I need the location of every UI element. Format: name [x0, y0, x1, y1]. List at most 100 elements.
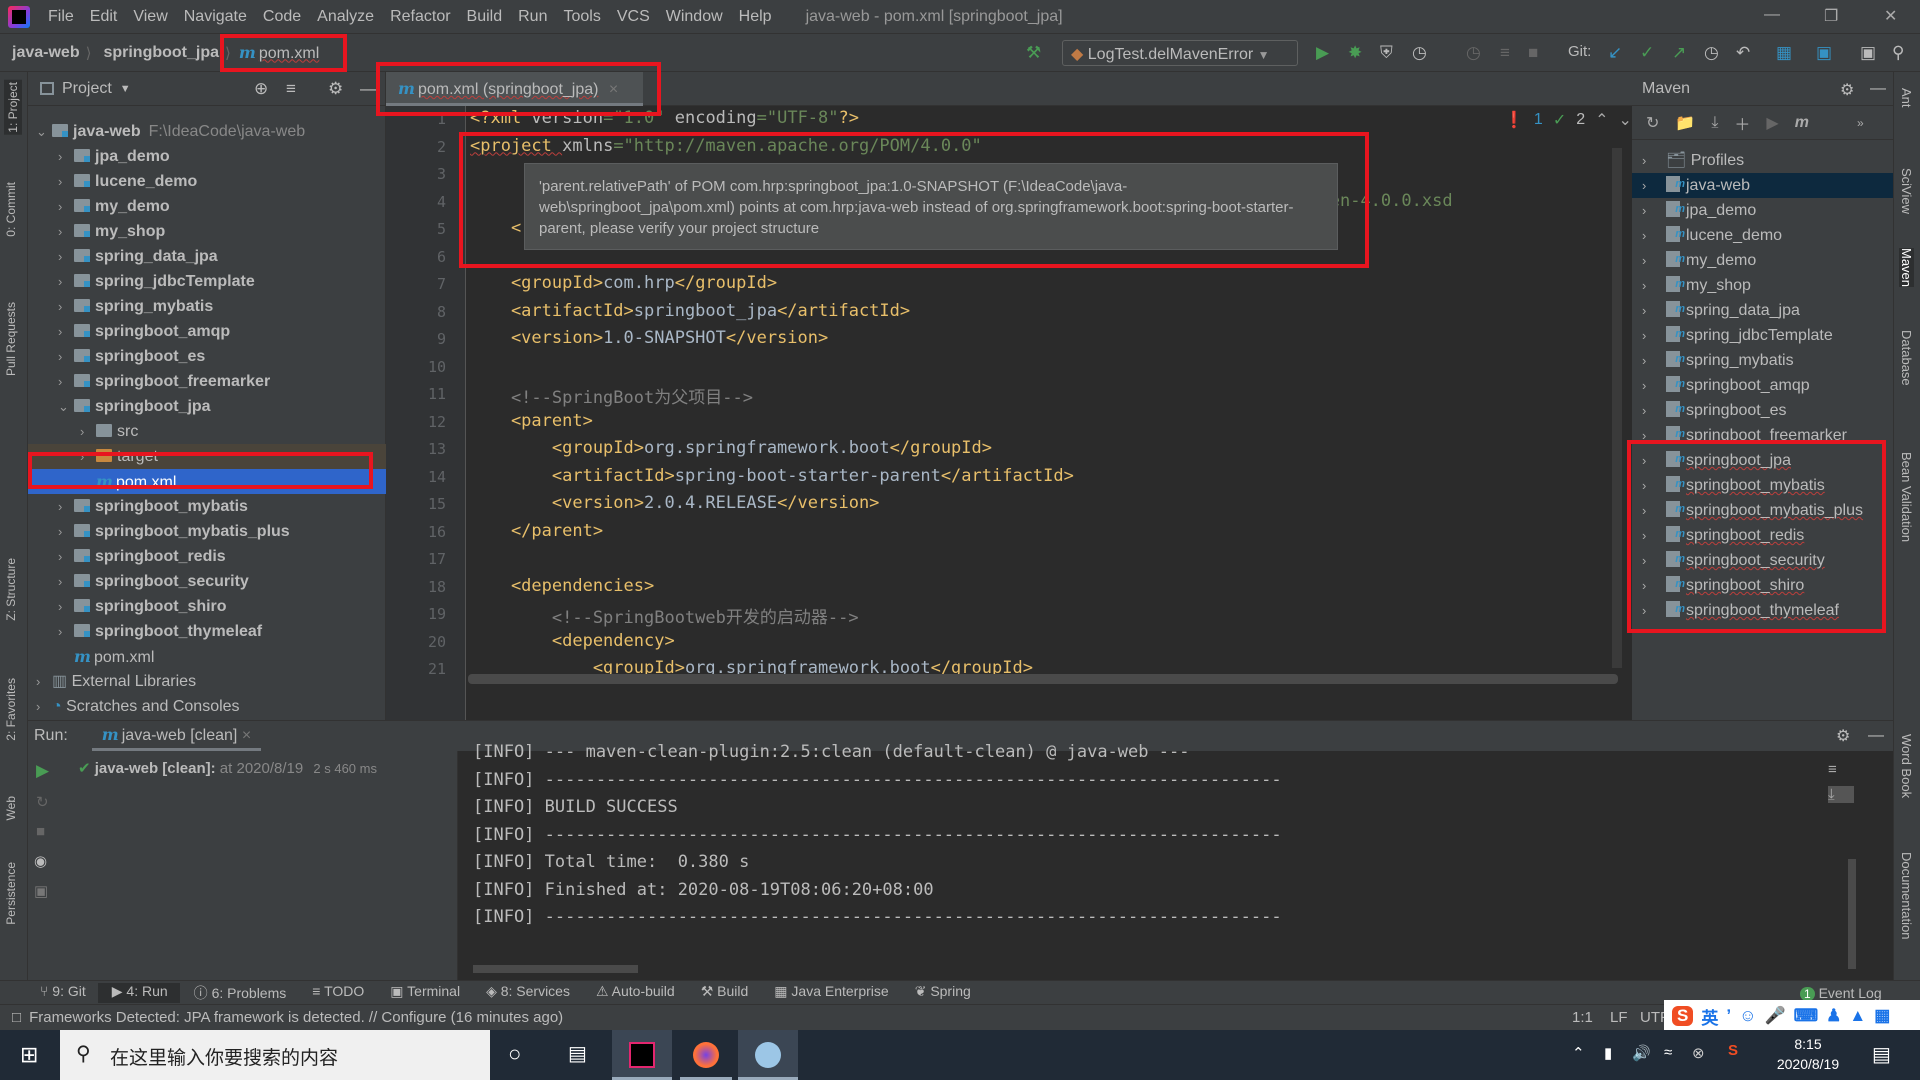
scroll-to-end-icon[interactable]: ⤓ — [1828, 786, 1854, 803]
chevron-right-icon[interactable]: › — [58, 144, 74, 169]
network-icon[interactable]: ≈ — [1664, 1044, 1672, 1061]
debug-icon[interactable]: ✸ — [1348, 43, 1362, 63]
battery-icon[interactable]: ▮ — [1604, 1044, 1612, 1062]
eye-icon[interactable]: ◉ — [34, 852, 58, 870]
code-line[interactable]: <!--SpringBoot为父项目--> — [470, 383, 753, 408]
run-maven-icon[interactable]: ▶ — [1766, 113, 1778, 133]
camera-icon[interactable]: ▣ — [34, 882, 58, 900]
project-tree-item[interactable]: › my_shop — [28, 219, 386, 244]
project-tree-item[interactable]: m pom.xml — [28, 469, 386, 494]
breadcrumb-springboot-jpa[interactable]: springboot_jpa — [91, 44, 225, 62]
code-line[interactable]: <dependency> — [470, 631, 675, 651]
project-tree-item[interactable]: ⌄ springboot_jpa — [28, 394, 386, 419]
chevron-right-icon[interactable]: › — [58, 244, 74, 269]
toolwindow-todo[interactable]: ≡ TODO — [298, 983, 376, 1003]
status-message[interactable]: Frameworks Detected: JPA framework is de… — [29, 1009, 563, 1026]
breadcrumb-java-web[interactable]: java-web — [0, 44, 86, 62]
maven-project-item[interactable]: › 🗂 Profiles — [1632, 148, 1893, 173]
hide-icon[interactable]: — — [1868, 727, 1884, 745]
chevron-right-icon[interactable]: › — [1642, 223, 1666, 248]
maven-project-item[interactable]: ›jpa_demo — [1632, 197, 1893, 223]
chevron-down-icon[interactable]: ⌄ — [58, 394, 74, 419]
reload-icon[interactable]: ↻ — [1646, 113, 1659, 133]
maven-project-item[interactable]: ›my_demo — [1632, 247, 1893, 273]
layout-icon[interactable]: ▣ — [1860, 43, 1876, 63]
menu-build[interactable]: Build — [459, 8, 511, 26]
project-tree-item[interactable]: ⌄ java-web F:\IdeaCode\java-web — [28, 119, 386, 144]
stop-icon[interactable]: ■ — [36, 823, 58, 840]
project-tree-item[interactable]: › spring_data_jpa — [28, 244, 386, 269]
menu-navigate[interactable]: Navigate — [176, 8, 255, 26]
toolwindow-8-services[interactable]: ◈ 8: Services — [472, 983, 582, 1003]
project-tree-item[interactable]: › jpa_demo — [28, 144, 386, 169]
restore-icon[interactable]: ❐ — [1824, 6, 1838, 26]
disconnected-icon[interactable]: ⊗ — [1692, 1044, 1705, 1062]
git-update-icon[interactable]: ↙ — [1608, 43, 1622, 63]
stripe-bean-validation[interactable]: Bean Validation — [1899, 452, 1914, 542]
project-structure-icon[interactable]: ▦ — [1776, 43, 1792, 63]
tray-chevron-icon[interactable]: ⌃ — [1572, 1044, 1585, 1062]
task-view-icon[interactable]: ▤ — [568, 1041, 587, 1066]
vertical-scrollbar[interactable] — [1612, 148, 1622, 668]
chevron-right-icon[interactable]: › — [58, 269, 74, 294]
chevron-right-icon[interactable]: › — [1642, 473, 1666, 498]
toolwindow-auto-build[interactable]: ⚠ Auto-build — [582, 983, 687, 1003]
maven-project-item[interactable]: ›springboot_freemarker — [1632, 422, 1893, 448]
chevron-right-icon[interactable]: › — [1642, 373, 1666, 398]
chevron-right-icon[interactable]: › — [80, 419, 96, 444]
locate-icon[interactable]: ⊕ — [254, 79, 268, 99]
collapse-all-icon[interactable]: ≡ — [286, 79, 296, 99]
chevron-right-icon[interactable]: › — [58, 494, 74, 519]
menu-help[interactable]: Help — [731, 8, 780, 26]
chevron-right-icon[interactable]: › — [1642, 173, 1666, 198]
maven-project-item[interactable]: ›springboot_security — [1632, 547, 1893, 573]
generate-sources-icon[interactable]: 📁 — [1675, 113, 1695, 133]
code-line[interactable]: <dependencies> — [470, 576, 654, 596]
translate-icon[interactable]: ▣ — [1816, 43, 1832, 63]
project-tree-item[interactable]: › my_demo — [28, 194, 386, 219]
chevron-right-icon[interactable]: › — [58, 344, 74, 369]
maven-project-item[interactable]: ›spring_data_jpa — [1632, 297, 1893, 323]
maven-project-item[interactable]: ›springboot_thymeleaf — [1632, 597, 1893, 623]
menu-code[interactable]: Code — [255, 8, 309, 26]
rerun-failed-icon[interactable]: ↻ — [36, 793, 58, 811]
menu-analyze[interactable]: Analyze — [309, 8, 382, 26]
chevron-right-icon[interactable]: › — [36, 669, 52, 694]
maven-project-item[interactable]: ›java-web — [1632, 172, 1893, 198]
code-line[interactable]: <!--SpringBootweb开发的启动器--> — [470, 603, 859, 628]
toolwindow-6-problems[interactable]: ⓘ 6: Problems — [180, 983, 299, 1003]
taskbar-firefox[interactable] — [680, 1030, 732, 1080]
caret-position[interactable]: 1:1 — [1572, 1009, 1593, 1026]
chevron-right-icon[interactable]: › — [1642, 448, 1666, 473]
stripe-sciview[interactable]: SciView — [1899, 168, 1914, 214]
chevron-right-icon[interactable]: › — [58, 569, 74, 594]
stripe-maven[interactable]: Maven — [1899, 248, 1914, 288]
stripe-word-book[interactable]: Word Book — [1899, 734, 1914, 798]
chevron-right-icon[interactable]: › — [58, 594, 74, 619]
maven-project-item[interactable]: ›spring_jdbcTemplate — [1632, 322, 1893, 348]
gear-icon[interactable]: ⚙ — [328, 79, 343, 99]
code-line[interactable]: <version>2.0.4.RELEASE</version> — [470, 493, 880, 513]
notifications-icon[interactable]: ▤ — [1872, 1042, 1891, 1067]
chevron-right-icon[interactable]: › — [1642, 523, 1666, 548]
soft-wrap-icon[interactable]: ≡ — [1828, 761, 1854, 778]
chevron-right-icon[interactable]: › — [58, 194, 74, 219]
code-line[interactable]: </parent> — [470, 521, 603, 541]
stripe-database[interactable]: Database — [1899, 330, 1914, 386]
stripe-structure[interactable]: Z: Structure — [4, 558, 18, 621]
chevron-right-icon[interactable]: › — [1642, 598, 1666, 623]
chevron-right-icon[interactable]: › — [1642, 273, 1666, 298]
code-line[interactable]: <groupId>com.hrp</groupId> — [470, 273, 777, 293]
project-tree-item[interactable]: › springboot_es — [28, 344, 386, 369]
stripe-ant[interactable]: Ant — [1899, 88, 1914, 108]
coverage-icon[interactable]: ⛨ — [1380, 43, 1393, 63]
code-line[interactable]: <artifactId>spring-boot-starter-parent</… — [470, 466, 1074, 486]
chevron-right-icon[interactable]: › — [1642, 573, 1666, 598]
menu-edit[interactable]: Edit — [82, 8, 126, 26]
menu-refactor[interactable]: Refactor — [382, 8, 458, 26]
stripe-documentation[interactable]: Documentation — [1899, 852, 1914, 939]
close-tab-icon[interactable]: × — [609, 81, 618, 98]
code-line[interactable]: <parent> — [470, 411, 593, 431]
chevron-right-icon[interactable]: › — [58, 544, 74, 569]
toolwindow-java-enterprise[interactable]: ▦ Java Enterprise — [760, 983, 900, 1003]
